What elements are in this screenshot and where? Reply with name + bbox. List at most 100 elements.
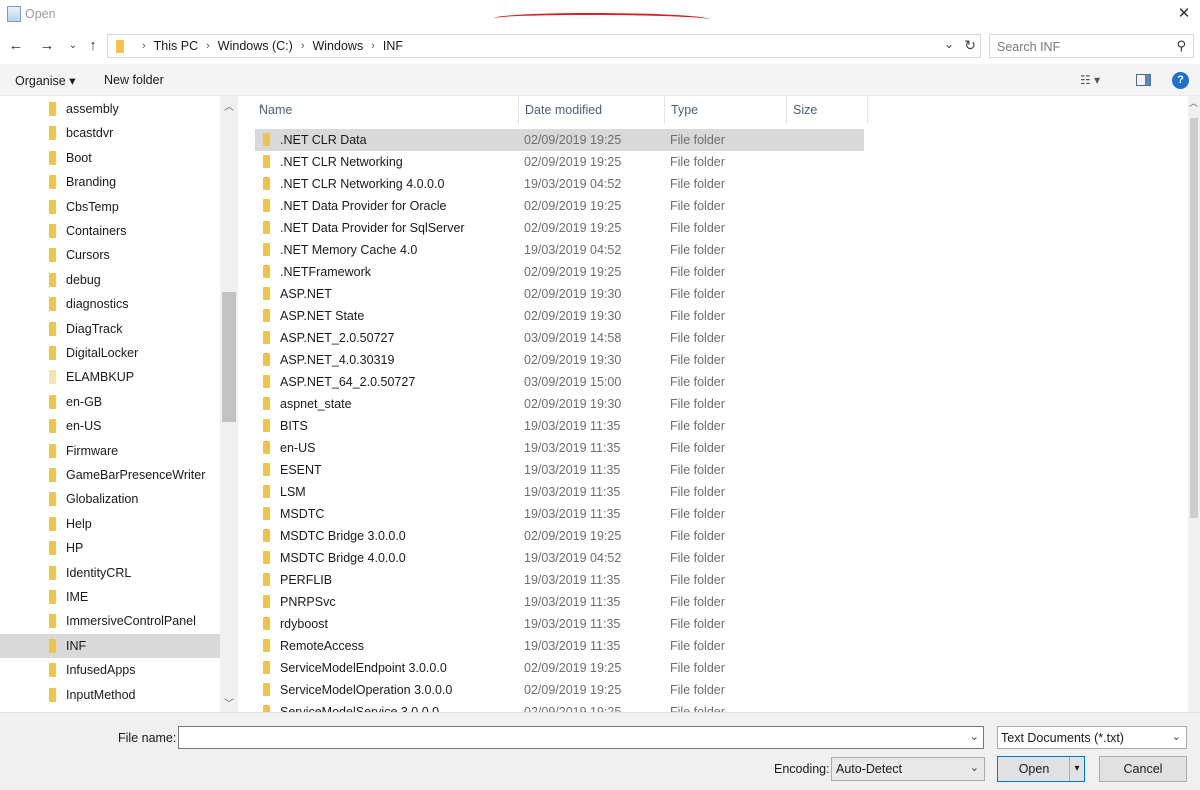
file-type-select[interactable]: Text Documents (*.txt) ⌄: [997, 726, 1187, 749]
file-name-input[interactable]: ⌄: [178, 726, 984, 749]
column-header-name[interactable]: Name ^: [253, 96, 519, 124]
new-folder-button[interactable]: New folder: [104, 73, 164, 87]
file-name: .NET CLR Data: [280, 133, 367, 147]
change-view-icon[interactable]: ☷ ▾: [1080, 73, 1100, 87]
file-row[interactable]: MSDTC 19/03/2019 11:35 File folder: [255, 503, 864, 525]
sidebar-item-identitycrl[interactable]: IdentityCRL: [0, 561, 220, 585]
scrollbar-thumb[interactable]: [222, 292, 236, 422]
scroll-up-icon[interactable]: ︿: [1189, 96, 1198, 109]
file-row[interactable]: .NET CLR Networking 4.0.0.0 19/03/2019 04…: [255, 173, 864, 195]
breadcrumb-inf[interactable]: INF: [383, 39, 403, 53]
search-input[interactable]: Search INF ⚲: [989, 34, 1194, 58]
file-row[interactable]: BITS 19/03/2019 11:35 File folder: [255, 415, 864, 437]
file-row[interactable]: PERFLIB 19/03/2019 11:35 File folder: [255, 569, 864, 591]
file-list-scrollbar[interactable]: ︿: [1188, 96, 1200, 712]
scroll-up-icon[interactable]: ︿: [224, 98, 234, 113]
chevron-down-icon[interactable]: ⌄: [970, 730, 979, 743]
file-row[interactable]: ServiceModelOperation 3.0.0.0 02/09/2019 …: [255, 679, 864, 701]
column-header-size[interactable]: Size: [787, 96, 868, 124]
folder-icon: [263, 155, 270, 168]
file-name: ASP.NET_2.0.50727: [280, 331, 395, 345]
scroll-down-icon[interactable]: ﹀: [224, 695, 234, 710]
file-row[interactable]: RemoteAccess 19/03/2019 11:35 File folder: [255, 635, 864, 657]
sidebar-item-en-gb[interactable]: en-GB: [0, 390, 220, 414]
folder-icon: [49, 492, 56, 507]
sidebar-item-ime[interactable]: IME: [0, 585, 220, 609]
column-header-type[interactable]: Type: [665, 96, 787, 124]
sidebar-item-branding[interactable]: Branding: [0, 170, 220, 194]
file-row[interactable]: .NETFramework 02/09/2019 19:25 File folder: [255, 261, 864, 283]
file-row[interactable]: ASP.NET_64_2.0.50727 03/09/2019 15:00 File…: [255, 371, 864, 393]
file-row[interactable]: .NET Data Provider for SqlServer 02/09/20…: [255, 217, 864, 239]
folder-icon: [49, 321, 56, 336]
breadcrumb-this-pc[interactable]: This PC: [154, 39, 198, 53]
cancel-button[interactable]: Cancel: [1099, 756, 1187, 782]
file-row[interactable]: PNRPSvc 19/03/2019 11:35 File folder: [255, 591, 864, 613]
sidebar-item-diagnostics[interactable]: diagnostics: [0, 292, 220, 316]
close-icon[interactable]: ✕: [1174, 4, 1194, 24]
file-row[interactable]: LSM 19/03/2019 11:35 File folder: [255, 481, 864, 503]
preview-pane-icon[interactable]: [1136, 74, 1151, 86]
navigation-pane-scrollbar[interactable]: ︿ ﹀: [220, 96, 238, 712]
recent-locations-chevron-icon[interactable]: ⌄: [63, 36, 83, 56]
file-row[interactable]: .NET Data Provider for Oracle 02/09/2019 …: [255, 195, 864, 217]
scrollbar-thumb[interactable]: [1190, 118, 1198, 518]
sidebar-item-cursors[interactable]: Cursors: [0, 243, 220, 267]
file-type: File folder: [670, 639, 725, 653]
folder-icon: [49, 150, 56, 165]
help-icon[interactable]: ?: [1172, 72, 1189, 89]
back-arrow-icon[interactable]: ←: [6, 36, 26, 56]
search-icon[interactable]: ⚲: [1176, 38, 1186, 54]
chevron-down-icon[interactable]: ⌄: [944, 37, 954, 51]
sidebar-item-inf[interactable]: INF: [0, 633, 220, 658]
sidebar-item-gamebarpresencewriter[interactable]: GameBarPresenceWriter: [0, 463, 220, 487]
file-row[interactable]: aspnet_state 02/09/2019 19:30 File folder: [255, 393, 864, 415]
sidebar-item-bcastdvr[interactable]: bcastdvr: [0, 121, 220, 145]
sidebar-item-immersivecontrolpanel[interactable]: ImmersiveControlPanel: [0, 609, 220, 633]
sidebar-item-globalization[interactable]: Globalization: [0, 487, 220, 511]
address-bar[interactable]: › This PC › Windows (C:) › Windows › INF…: [107, 34, 981, 58]
file-row[interactable]: ASP.NET State 02/09/2019 19:30 File folder: [255, 305, 864, 327]
file-row[interactable]: MSDTC Bridge 4.0.0.0 19/03/2019 04:52 File…: [255, 547, 864, 569]
organise-button[interactable]: Organise ▾: [15, 73, 75, 88]
sidebar-item-diagtrack[interactable]: DiagTrack: [0, 317, 220, 341]
navigation-bar: ← → ⌄ ↑ › This PC › Windows (C:) › Windo…: [0, 30, 1200, 62]
open-options-dropdown-icon[interactable]: ▾: [1069, 757, 1084, 781]
sidebar-item-containers[interactable]: Containers: [0, 219, 220, 243]
sidebar-item-hp[interactable]: HP: [0, 536, 220, 560]
sidebar-item-cbstemp[interactable]: CbsTemp: [0, 195, 220, 219]
sidebar-item-infusedapps[interactable]: InfusedApps: [0, 658, 220, 682]
file-row[interactable]: ESENT 19/03/2019 11:35 File folder: [255, 459, 864, 481]
sidebar-item-boot[interactable]: Boot: [0, 146, 220, 170]
file-row[interactable]: ASP.NET_4.0.30319 02/09/2019 19:30 File fo…: [255, 349, 864, 371]
breadcrumb-windows[interactable]: Windows: [312, 39, 363, 53]
file-row[interactable]: .NET CLR Data 02/09/2019 19:25 File folder: [255, 129, 864, 151]
sidebar-item-en-us[interactable]: en-US: [0, 414, 220, 438]
file-row[interactable]: ServiceModelEndpoint 3.0.0.0 02/09/2019 1…: [255, 657, 864, 679]
file-row[interactable]: ServiceModelService 3.0.0.0 02/09/2019 19…: [255, 701, 864, 712]
column-header-date[interactable]: Date modified: [519, 96, 665, 124]
forward-arrow-icon[interactable]: →: [37, 36, 57, 56]
sidebar-item-elambkup[interactable]: ELAMBKUP: [0, 365, 220, 389]
breadcrumb-windows-c[interactable]: Windows (C:): [218, 39, 293, 53]
open-button[interactable]: Open ▾: [997, 756, 1085, 782]
file-row[interactable]: .NET Memory Cache 4.0 19/03/2019 04:52 Fil…: [255, 239, 864, 261]
file-row[interactable]: ASP.NET_2.0.50727 03/09/2019 14:58 File fo…: [255, 327, 864, 349]
sidebar-item-inputmethod[interactable]: InputMethod: [0, 683, 220, 707]
sidebar-item-debug[interactable]: debug: [0, 268, 220, 292]
file-row[interactable]: ASP.NET 02/09/2019 19:30 File folder: [255, 283, 864, 305]
refresh-icon[interactable]: ↻: [964, 37, 976, 54]
sidebar-item-help[interactable]: Help: [0, 512, 220, 536]
file-row[interactable]: MSDTC Bridge 3.0.0.0 02/09/2019 19:25 File…: [255, 525, 864, 547]
file-row[interactable]: rdyboost 19/03/2019 11:35 File folder: [255, 613, 864, 635]
sidebar-item-firmware[interactable]: Firmware: [0, 439, 220, 463]
file-date: 03/09/2019 14:58: [524, 331, 622, 345]
file-row[interactable]: .NET CLR Networking 02/09/2019 19:25 File …: [255, 151, 864, 173]
encoding-select[interactable]: Auto-Detect ⌄: [831, 757, 985, 781]
sidebar-item-digitallocker[interactable]: DigitalLocker: [0, 341, 220, 365]
file-type: File folder: [670, 683, 725, 697]
up-arrow-icon[interactable]: ↑: [83, 36, 103, 56]
sidebar-item-assembly[interactable]: assembly: [0, 97, 220, 121]
file-row[interactable]: en-US 19/03/2019 11:35 File folder: [255, 437, 864, 459]
sidebar-item-label: CbsTemp: [66, 199, 119, 214]
